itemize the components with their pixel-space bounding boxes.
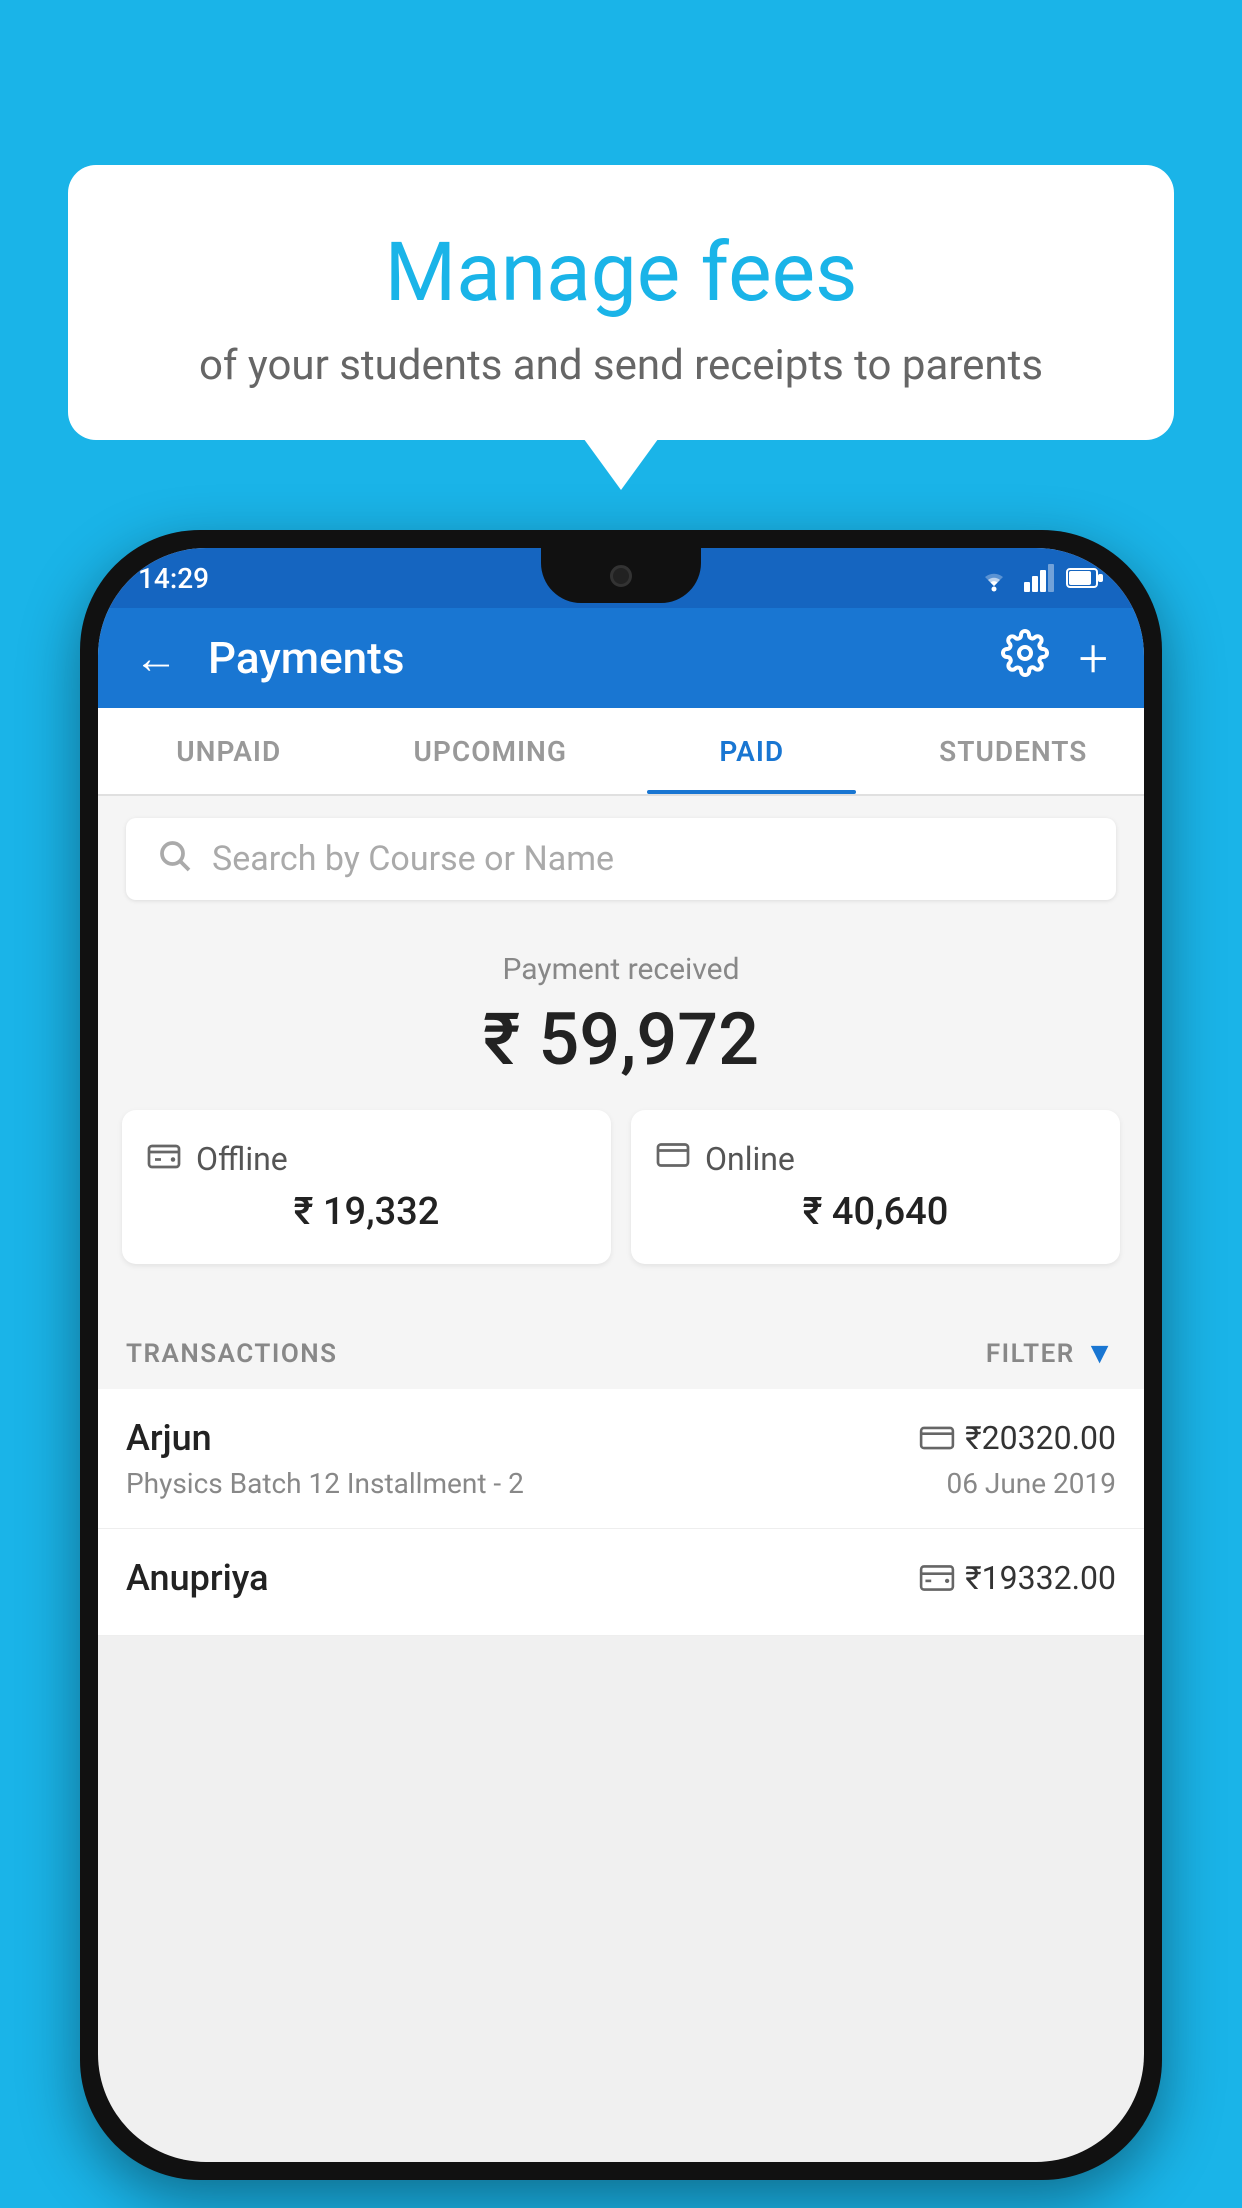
payment-label: Payment received — [98, 952, 1144, 987]
status-time: 14:29 — [138, 562, 209, 595]
online-amount: ₹ 40,640 — [655, 1190, 1096, 1234]
offline-amount: ₹ 19,332 — [146, 1190, 587, 1234]
search-placeholder: Search by Course or Name — [212, 839, 614, 879]
transaction-list: Arjun ₹20320.00 Physics Batch 12 Install… — [98, 1389, 1144, 1636]
signal-icon — [1024, 564, 1054, 592]
tab-upcoming[interactable]: UPCOMING — [360, 708, 622, 794]
phone-screen: 14:29 — [98, 548, 1144, 2162]
status-icons — [976, 564, 1104, 592]
transaction-amount: ₹19332.00 — [919, 1559, 1116, 1597]
tab-paid[interactable]: PAID — [621, 708, 883, 794]
tab-unpaid[interactable]: UNPAID — [98, 708, 360, 794]
transactions-label: TRANSACTIONS — [126, 1339, 338, 1369]
back-button[interactable]: ← — [134, 632, 178, 684]
phone-frame: 14:29 — [80, 530, 1162, 2180]
course-info: Physics Batch 12 Installment - 2 — [126, 1467, 524, 1500]
search-bar[interactable]: Search by Course or Name — [126, 818, 1116, 900]
transaction-top: Anupriya ₹19332.00 — [126, 1557, 1116, 1599]
offline-label: Offline — [196, 1140, 288, 1178]
online-card-header: Online — [655, 1140, 1096, 1178]
online-card: Online ₹ 40,640 — [631, 1110, 1120, 1264]
add-button[interactable]: + — [1079, 628, 1108, 689]
online-label: Online — [705, 1140, 795, 1178]
tab-students[interactable]: STUDENTS — [883, 708, 1145, 794]
app-bar-actions: + — [1001, 628, 1108, 689]
payment-cards: Offline ₹ 19,332 Online — [98, 1110, 1144, 1292]
student-name: Anupriya — [126, 1557, 269, 1599]
student-name: Arjun — [126, 1417, 212, 1459]
status-bar: 14:29 — [98, 548, 1144, 608]
filter-label: FILTER — [986, 1339, 1075, 1369]
app-title: Payments — [208, 632, 981, 684]
transaction-row[interactable]: Arjun ₹20320.00 Physics Batch 12 Install… — [98, 1389, 1144, 1529]
payment-section: Payment received ₹ 59,972 — [98, 922, 1144, 1312]
notch — [541, 548, 701, 603]
offline-icon — [146, 1140, 182, 1178]
bubble-title: Manage fees — [118, 225, 1124, 321]
online-payment-icon — [919, 1425, 955, 1451]
payment-amount: ₹ 59,972 — [98, 997, 1144, 1082]
camera — [610, 565, 632, 587]
bubble-subtitle: of your students and send receipts to pa… — [118, 341, 1124, 390]
offline-card-header: Offline — [146, 1140, 587, 1178]
offline-card: Offline ₹ 19,332 — [122, 1110, 611, 1264]
transaction-amount: ₹20320.00 — [919, 1419, 1116, 1457]
app-bar: ← Payments + — [98, 608, 1144, 708]
settings-button[interactable] — [1001, 629, 1049, 688]
transaction-row[interactable]: Anupriya ₹19332.00 — [98, 1529, 1144, 1636]
wifi-icon — [976, 564, 1012, 592]
speech-bubble: Manage fees of your students and send re… — [68, 165, 1174, 440]
transaction-top: Arjun ₹20320.00 — [126, 1417, 1116, 1459]
search-section: Search by Course or Name — [98, 796, 1144, 922]
online-icon — [655, 1140, 691, 1178]
transaction-bottom: Physics Batch 12 Installment - 2 06 June… — [126, 1467, 1116, 1500]
battery-icon — [1066, 567, 1104, 589]
offline-payment-icon — [919, 1565, 955, 1591]
search-icon — [156, 837, 192, 882]
transactions-header: TRANSACTIONS FILTER ▼ — [98, 1312, 1144, 1389]
filter-icon: ▼ — [1085, 1336, 1116, 1371]
tabs-bar: UNPAID UPCOMING PAID STUDENTS — [98, 708, 1144, 796]
transaction-date: 06 June 2019 — [946, 1467, 1116, 1500]
filter-button[interactable]: FILTER ▼ — [986, 1336, 1116, 1371]
